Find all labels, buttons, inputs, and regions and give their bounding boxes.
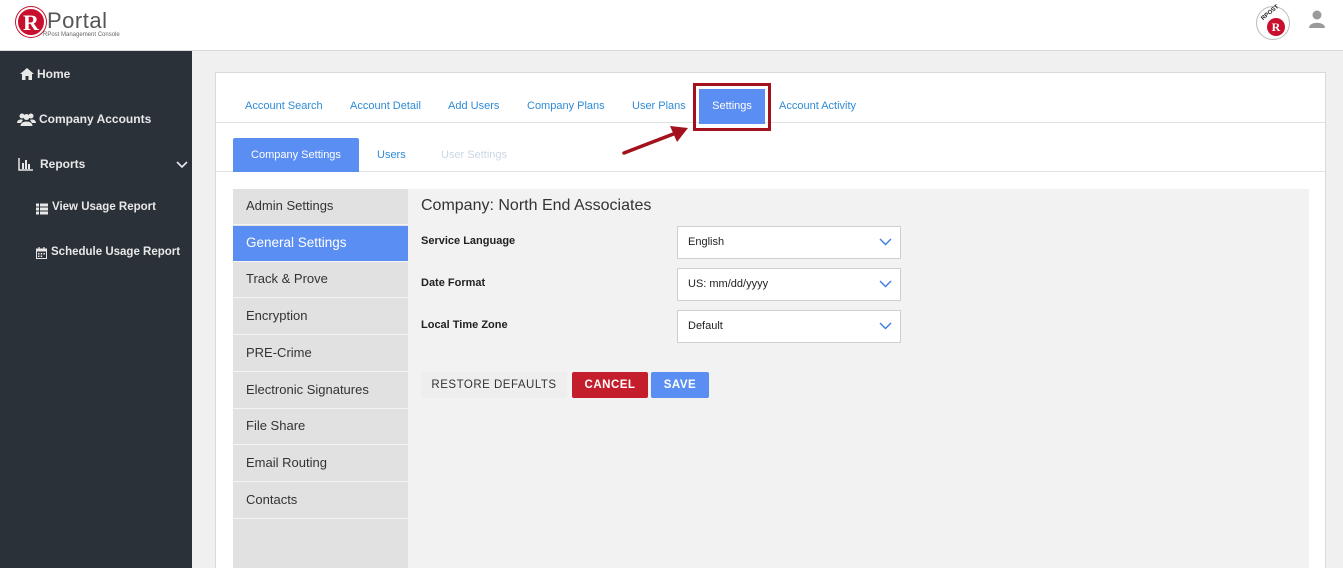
settings-content: Admin Settings General Settings Track & … bbox=[233, 189, 1309, 568]
primary-tabs: Account Search Account Detail Add Users … bbox=[216, 73, 1325, 131]
menu-item-contacts[interactable]: Contacts bbox=[233, 483, 408, 519]
subtab-company-settings[interactable]: Company Settings bbox=[233, 138, 359, 172]
users-icon bbox=[17, 113, 36, 126]
sidebar-item-schedule-usage-report[interactable]: Schedule Usage Report bbox=[0, 246, 192, 286]
sidebar-item-view-usage-report[interactable]: View Usage Report bbox=[0, 201, 192, 241]
logo-subtitle: RPost Management Console bbox=[43, 32, 120, 38]
main-card: Account Search Account Detail Add Users … bbox=[215, 72, 1326, 568]
menu-item-admin-settings[interactable]: Admin Settings bbox=[233, 189, 408, 225]
tab-add-users[interactable]: Add Users bbox=[448, 100, 499, 112]
list-icon bbox=[36, 203, 48, 215]
menu-item-electronic-signatures[interactable]: Electronic Signatures bbox=[233, 373, 408, 409]
tab-account-search[interactable]: Account Search bbox=[245, 100, 323, 112]
logo-mark: R bbox=[16, 7, 46, 37]
subtab-user-settings: User Settings bbox=[441, 149, 508, 161]
sidebar-item-home[interactable]: Home bbox=[0, 67, 192, 107]
company-title: Company: North End Associates bbox=[421, 197, 652, 214]
tab-company-plans[interactable]: Company Plans bbox=[527, 100, 605, 112]
menu-item-email-routing[interactable]: Email Routing bbox=[233, 446, 408, 482]
menu-item-pre-crime[interactable]: PRE-Crime bbox=[233, 336, 408, 372]
service-language-select[interactable]: English bbox=[677, 226, 901, 259]
top-bar: R Portal RPost Management Console RPOST … bbox=[0, 0, 1343, 51]
sidebar-item-label: Reports bbox=[40, 157, 86, 171]
home-icon bbox=[20, 68, 34, 80]
chevron-down-icon[interactable] bbox=[176, 161, 188, 169]
chevron-down-icon bbox=[879, 238, 892, 246]
logo-text: Portal bbox=[47, 8, 108, 33]
secondary-tabs: Company Settings Users User Settings bbox=[216, 123, 1325, 172]
local-time-zone-value: Default bbox=[688, 320, 723, 332]
menu-item-file-share[interactable]: File Share bbox=[233, 409, 408, 445]
date-format-value: US: mm/dd/yyyy bbox=[688, 278, 769, 290]
service-language-value: English bbox=[688, 236, 725, 248]
tab-account-activity[interactable]: Account Activity bbox=[779, 100, 856, 112]
local-time-zone-select[interactable]: Default bbox=[677, 310, 901, 343]
chevron-down-icon bbox=[879, 280, 892, 288]
date-format-select[interactable]: US: mm/dd/yyyy bbox=[677, 268, 901, 301]
cancel-button[interactable]: CANCEL bbox=[572, 372, 648, 398]
tab-user-plans[interactable]: User Plans bbox=[632, 100, 686, 112]
tab-account-detail[interactable]: Account Detail bbox=[350, 100, 421, 112]
annotation-arrow-icon bbox=[622, 126, 688, 155]
service-language-label: Service Language bbox=[421, 235, 516, 247]
sidebar: Home Company Accounts Reports View Usage… bbox=[0, 51, 192, 568]
sidebar-item-company-accounts[interactable]: Company Accounts bbox=[0, 112, 192, 152]
bar-chart-icon bbox=[18, 158, 33, 171]
calendar-icon bbox=[36, 247, 47, 259]
date-format-label: Date Format bbox=[421, 277, 486, 289]
sidebar-item-label: Home bbox=[37, 67, 71, 81]
sidebar-item-label: Schedule Usage Report bbox=[51, 246, 181, 258]
save-button[interactable]: SAVE bbox=[651, 372, 709, 398]
sidebar-item-label: View Usage Report bbox=[52, 201, 156, 213]
subtab-users[interactable]: Users bbox=[377, 149, 406, 161]
menu-item-general-settings[interactable]: General Settings bbox=[233, 226, 408, 262]
restore-defaults-button[interactable]: RESTORE DEFAULTS bbox=[421, 372, 567, 398]
sidebar-item-reports[interactable]: Reports bbox=[0, 157, 192, 197]
badge-letter: R bbox=[1267, 18, 1285, 36]
menu-item-encryption[interactable]: Encryption bbox=[233, 299, 408, 335]
sidebar-item-label: Company Accounts bbox=[39, 112, 152, 126]
user-icon[interactable] bbox=[1309, 10, 1325, 28]
chevron-down-icon bbox=[879, 322, 892, 330]
menu-item-track-prove[interactable]: Track & Prove bbox=[233, 262, 408, 298]
rpost-badge: RPOST R bbox=[1256, 4, 1290, 40]
local-time-zone-label: Local Time Zone bbox=[421, 319, 508, 331]
settings-menu: Admin Settings General Settings Track & … bbox=[233, 189, 408, 568]
